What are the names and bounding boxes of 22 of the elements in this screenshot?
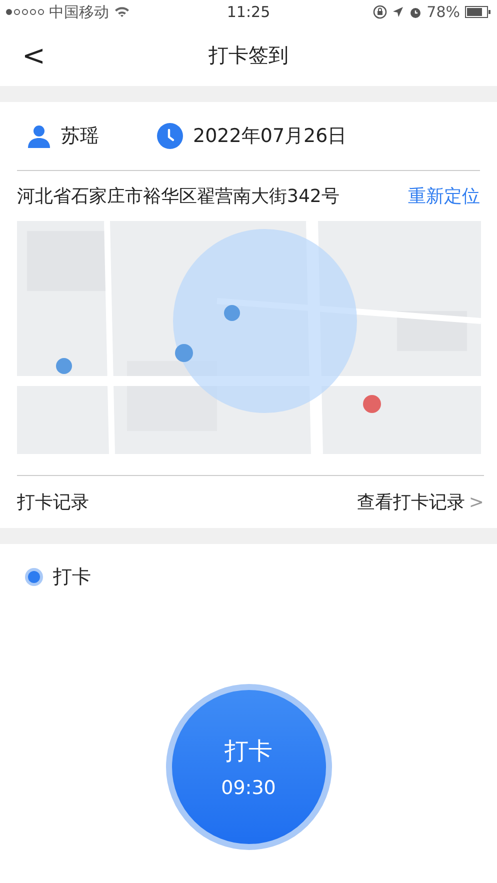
punch-button[interactable]: 打卡 09:30: [166, 684, 332, 850]
page-title: 打卡签到: [208, 42, 288, 68]
status-time: 11:25: [226, 3, 270, 21]
relocate-link[interactable]: 重新定位: [408, 184, 480, 208]
signal-icon: [6, 9, 44, 15]
user-name: 苏瑶: [61, 124, 99, 149]
carrier-name: 中国移动: [49, 2, 109, 22]
rotation-lock-icon: [372, 5, 387, 19]
battery-icon: [465, 6, 491, 18]
section-title: 打卡: [53, 565, 91, 590]
wifi-icon: [114, 6, 130, 18]
alarm-icon: [408, 6, 422, 18]
view-records-link[interactable]: 查看打卡记录 >: [356, 490, 484, 514]
battery-percent: 78%: [426, 3, 460, 21]
date-text: 2022年07月26日: [193, 124, 347, 149]
clock-icon: [157, 123, 183, 149]
person-icon: [27, 124, 51, 148]
back-button[interactable]: <: [18, 38, 50, 72]
bullet-icon: [25, 568, 43, 586]
location-arrow-icon: [392, 6, 404, 18]
address-text: 河北省石家庄市裕华区翟营南大街342号: [17, 185, 340, 208]
record-label: 打卡记录: [17, 491, 89, 514]
